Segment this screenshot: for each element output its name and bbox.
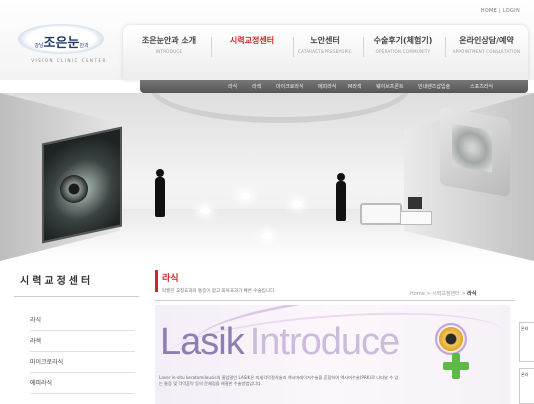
hero-ceiling-ring: [150, 93, 410, 123]
breadcrumb-section[interactable]: 시력교정센터: [432, 291, 460, 297]
lounge-bench: [360, 203, 402, 225]
submenu-epi-lasik[interactable]: 에피라식: [318, 83, 336, 90]
floor-spotlight: [200, 208, 210, 214]
nav-vision-correction[interactable]: 시력교정센터: [217, 35, 287, 49]
breadcrumb-separator: >: [426, 291, 431, 297]
page-title: 라식: [162, 274, 179, 284]
medical-plus-icon: [443, 353, 469, 379]
section-title: 시력교정센터: [20, 276, 94, 287]
left-menu-item-lasek[interactable]: 라섹: [30, 331, 135, 352]
nav-divider: [211, 37, 212, 57]
main-navigation: 조은눈안과 소개 INTRODUCE 시력교정센터 노안센터 CATARACT&PR…: [123, 25, 528, 80]
title-divider: [155, 300, 515, 301]
floor-spotlight: [240, 193, 250, 199]
floor-spotlight: [292, 201, 302, 207]
submenu-lasek[interactable]: 라섹: [252, 83, 261, 90]
hero-banner: [0, 93, 534, 261]
submenu-icl[interactable]: 안내렌즈삽입술: [418, 83, 450, 90]
side-quick-box[interactable]: 온라: [519, 368, 534, 404]
floor-spotlight: [262, 233, 272, 239]
left-menu-item-micro-lasik[interactable]: 마이크로라식: [30, 352, 135, 373]
logo[interactable]: 강남조은눈안과 VISION CLINIC CENTER: [14, 22, 109, 64]
intro-text: Laser in-situ keratomileusis의 줄임말인 LASIK…: [159, 375, 399, 386]
submenu-sports-lasik[interactable]: 스포츠라식: [470, 83, 493, 90]
desk: [400, 211, 432, 225]
wall-display-image: [452, 123, 492, 173]
eye-image: [60, 175, 88, 203]
lasik-intro-banner: Lasik Introduce Laser in-situ keratomileu…: [155, 305, 510, 404]
left-menu-item-lasik[interactable]: 라식: [30, 310, 135, 331]
breadcrumb-home[interactable]: Home: [410, 291, 425, 297]
side-quick-box[interactable]: 온라: [519, 322, 534, 362]
breadcrumb-separator: >: [461, 291, 466, 297]
left-menu: 라식 라섹 마이크로라식 에피라식: [30, 310, 135, 394]
logo-text: 강남조은눈안과: [34, 36, 89, 51]
logo-subtitle: VISION CLINIC CENTER: [31, 58, 107, 63]
nav-presbyopia[interactable]: 노안센터 CATARACT&PRESBYOPIC: [289, 35, 361, 54]
page-description: 탁월한 교정효과와 통증이 없고 회복효과가 빠른 수술입니다.: [162, 289, 276, 294]
nav-introduce[interactable]: 조은눈안과 소개 INTRODUCE: [133, 35, 205, 54]
sub-menu-bar: 라식 라섹 마이크로라식 에피라식 M라섹 웨이브프론트 안내렌즈삽입술 스포츠…: [140, 80, 528, 93]
intro-heading: Lasik Introduce: [160, 321, 400, 363]
nav-reviews[interactable]: 수술후기(체험기) OPERATION COMMUNITY: [363, 35, 443, 54]
submenu-lasik[interactable]: 라식: [228, 83, 237, 90]
section-divider: [14, 296, 139, 297]
login-link[interactable]: LOGIN: [503, 8, 520, 14]
left-menu-item-epi-lasik[interactable]: 에피라식: [30, 373, 135, 394]
nav-consultation[interactable]: 온라인상담/예약 APPOINTMENT CONSULTATION: [445, 35, 528, 54]
title-accent-bar: [155, 270, 158, 292]
person-silhouette: [155, 169, 165, 217]
submenu-wavefront[interactable]: 웨이브프론트: [376, 83, 404, 90]
utility-links: HOME | LOGIN: [481, 8, 520, 14]
home-link[interactable]: HOME: [481, 8, 497, 14]
breadcrumb-current: 라식: [467, 291, 477, 297]
submenu-m-lasek[interactable]: M라섹: [348, 83, 362, 90]
person-silhouette: [336, 173, 346, 221]
submenu-micro-lasik[interactable]: 마이크로라식: [276, 83, 304, 90]
desk-monitor: [408, 197, 422, 209]
breadcrumb: Home > 시력교정센터 > 라식: [410, 290, 476, 297]
